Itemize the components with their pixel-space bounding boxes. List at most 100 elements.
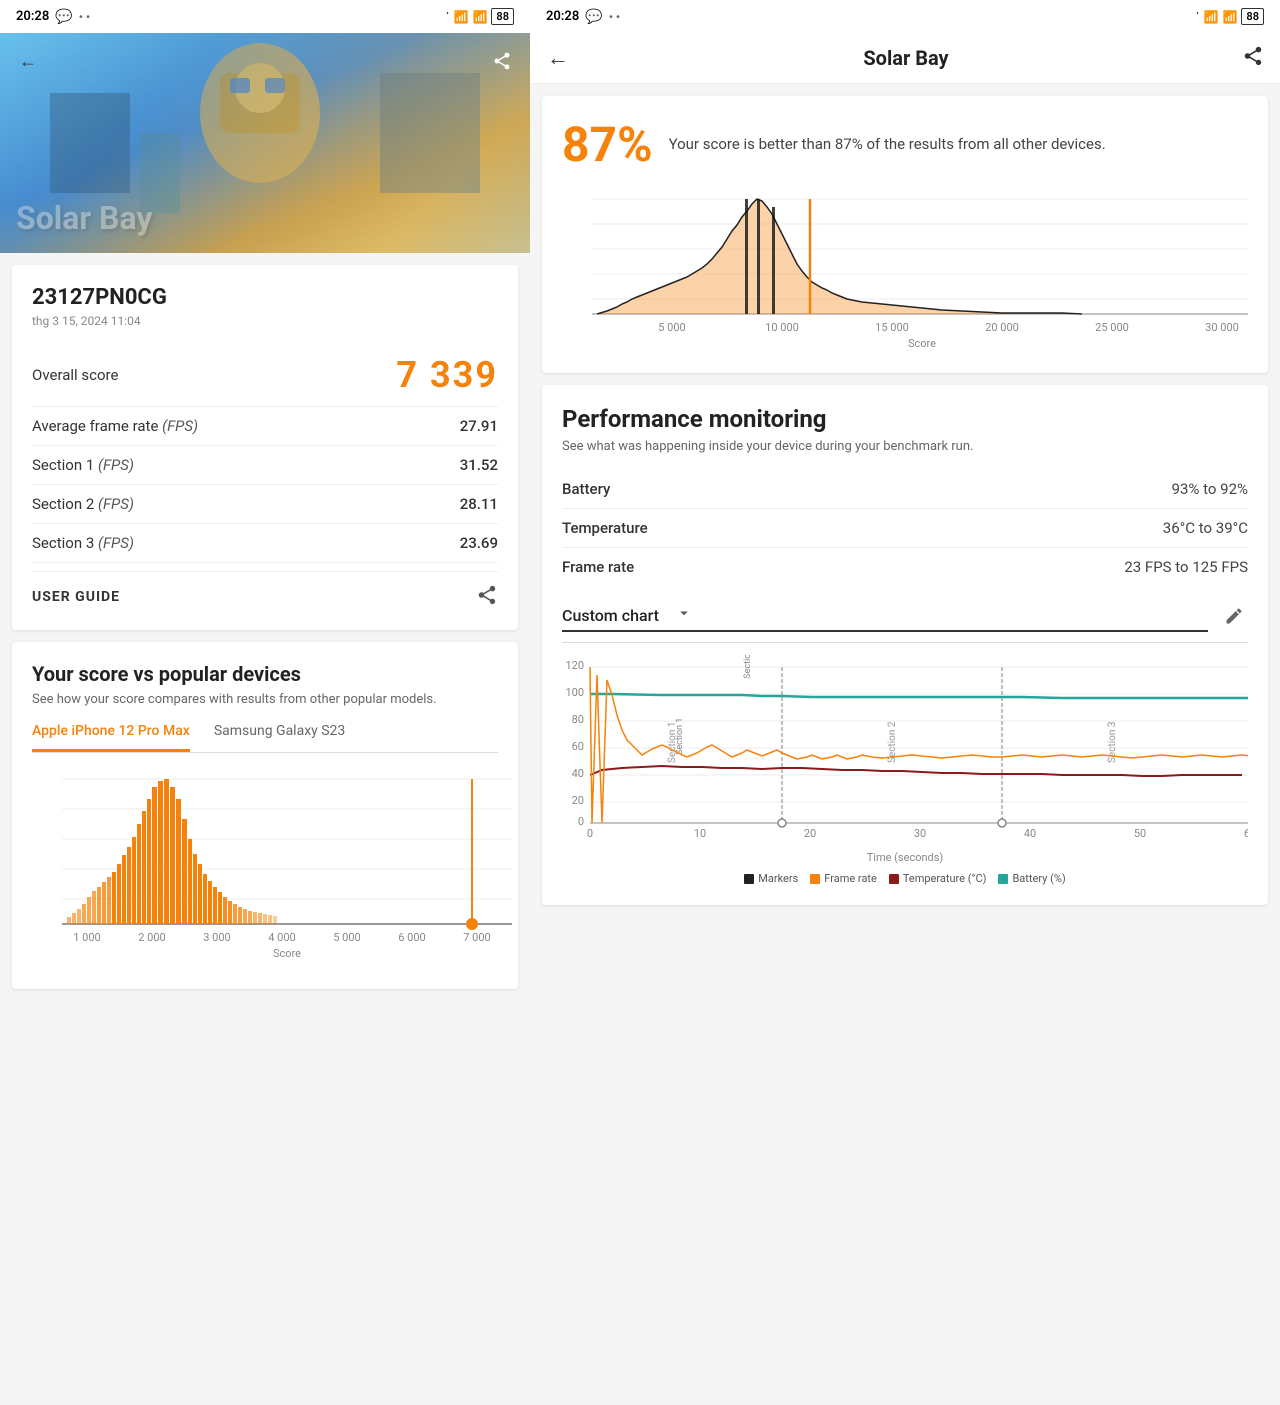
share-button-card[interactable] — [476, 584, 498, 610]
sec3-row: Section 3 (FPS) 23.69 — [32, 524, 498, 563]
svg-text:0: 0 — [587, 827, 593, 840]
svg-text:10 000: 10 000 — [765, 321, 799, 334]
svg-text:25 000: 25 000 — [1095, 321, 1129, 334]
temperature-row: Temperature 36°C to 39°C — [562, 509, 1248, 548]
svg-text:Section 1: Section 1 — [743, 655, 753, 679]
wifi-icon: 📶 — [472, 10, 487, 24]
back-button-right[interactable]: ← — [546, 46, 570, 70]
markers-label: Markers — [758, 872, 798, 885]
status-right-right: ʿ 📶 📶 88 — [1196, 8, 1264, 25]
svg-text:30: 30 — [914, 827, 926, 840]
status-right: ʿ 📶 📶 88 — [446, 8, 514, 25]
battery-value: 93% to 92% — [1172, 480, 1248, 498]
overall-label: Overall score — [32, 366, 118, 384]
svg-text:20: 20 — [572, 794, 584, 807]
dots-icon: • • — [79, 10, 91, 24]
device-date: thg 3 15, 2024 11:04 — [32, 314, 498, 328]
temperature-label: Temperature — [562, 519, 648, 537]
dots-icon-r: • • — [609, 10, 621, 24]
device-id: 23127PN0CG — [32, 285, 498, 310]
svg-text:4 000: 4 000 — [268, 931, 295, 944]
svg-text:Score: Score — [908, 337, 936, 349]
temperature-dot — [889, 874, 899, 884]
big-percent: 87% — [562, 116, 653, 173]
legend-battery: Battery (%) — [998, 872, 1065, 885]
status-bar-right: 20:28 💬 • • ʿ 📶 📶 88 — [530, 0, 1280, 33]
svg-text:7 000: 7 000 — [463, 931, 490, 944]
battery-legend-label: Battery (%) — [1012, 872, 1065, 885]
left-panel: 20:28 💬 • • ʿ 📶 📶 88 — [0, 0, 530, 1405]
framerate-legend-label: Frame rate — [824, 872, 877, 885]
right-top-nav: ← Solar Bay — [530, 33, 1280, 84]
framerate-dot — [810, 874, 820, 884]
compare-title: Your score vs popular devices — [32, 662, 498, 686]
battery-dot — [998, 874, 1008, 884]
overall-value: 7 339 — [396, 354, 498, 396]
avg-fps-value: 27.91 — [460, 417, 498, 435]
dropdown-arrow-icon — [675, 604, 693, 626]
svg-text:60: 60 — [572, 740, 584, 753]
sec2-label: Section 2 (FPS) — [32, 495, 134, 513]
edit-button[interactable] — [1220, 602, 1248, 634]
share-button-hero[interactable] — [490, 49, 514, 73]
sec2-value: 28.11 — [460, 495, 498, 513]
signal-icon: 📶 — [454, 10, 469, 24]
svg-text:1 000: 1 000 — [73, 931, 100, 944]
hero-container: Solar Bay ← — [0, 33, 530, 253]
chart-dropdown-label: Custom chart — [562, 606, 659, 625]
temperature-value: 36°C to 39°C — [1163, 519, 1248, 537]
svg-text:80: 80 — [572, 713, 584, 726]
markers-dot — [744, 874, 754, 884]
tab-iphone[interactable]: Apple iPhone 12 Pro Max — [32, 723, 190, 752]
messenger-icon-r: 💬 — [585, 9, 602, 25]
sec3-value: 23.69 — [460, 534, 498, 552]
svg-text:3 000: 3 000 — [203, 931, 230, 944]
chart-selector: Custom chart — [562, 602, 1248, 634]
status-left: 20:28 💬 • • — [16, 9, 90, 25]
svg-text:5 000: 5 000 — [658, 321, 685, 334]
overall-score-row: Overall score 7 339 — [32, 344, 498, 407]
distribution-chart-right: 5 000 10 000 15 000 20 000 25 000 30 000… — [562, 189, 1248, 353]
user-guide-row: USER GUIDE — [32, 571, 498, 610]
svg-text:15 000: 15 000 — [875, 321, 909, 334]
bluetooth-icon: ʿ — [446, 10, 450, 24]
svg-text:20: 20 — [804, 827, 816, 840]
sec3-label: Section 3 (FPS) — [32, 534, 134, 552]
perf-subtitle: See what was happening inside your devic… — [562, 439, 1248, 454]
compare-subtitle: See how your score compares with results… — [32, 692, 498, 707]
nav-title: Solar Bay — [863, 46, 948, 70]
back-button[interactable]: ← — [16, 49, 40, 73]
tab-samsung[interactable]: Samsung Galaxy S23 — [214, 723, 345, 752]
framerate-value: 23 FPS to 125 FPS — [1124, 558, 1248, 576]
svg-text:50: 50 — [1134, 827, 1146, 840]
signal-icon-r: 📶 — [1204, 10, 1219, 24]
avg-fps-row: Average frame rate (FPS) 27.91 — [32, 407, 498, 446]
divider — [562, 642, 1248, 643]
compare-tabs: Apple iPhone 12 Pro Max Samsung Galaxy S… — [32, 723, 498, 753]
framerate-label: Frame rate — [562, 558, 634, 576]
svg-text:40: 40 — [572, 767, 584, 780]
perf-card: Performance monitoring See what was happ… — [542, 385, 1268, 905]
legend: Markers Frame rate Temperature (°C) Batt… — [562, 872, 1248, 885]
avg-fps-label: Average frame rate (FPS) — [32, 417, 198, 435]
svg-text:30 000: 30 000 — [1205, 321, 1239, 334]
svg-text:60: 60 — [1244, 827, 1248, 840]
percent-desc: Your score is better than 87% of the res… — [669, 134, 1106, 155]
battery-icon-r: 88 — [1241, 8, 1264, 25]
time-right: 20:28 — [546, 9, 579, 24]
time-left: 20:28 — [16, 9, 49, 24]
chart-dropdown[interactable]: Custom chart — [562, 604, 1208, 632]
status-right-left: 20:28 💬 • • — [546, 9, 620, 25]
svg-text:2 000: 2 000 — [138, 931, 165, 944]
sec1-value: 31.52 — [460, 456, 498, 474]
compare-card: Your score vs popular devices See how yo… — [12, 642, 518, 989]
compare-chart: 1 000 2 000 3 000 4 000 5 000 6 000 7 00… — [32, 769, 498, 969]
svg-text:100: 100 — [565, 686, 584, 699]
perf-title: Performance monitoring — [562, 405, 1248, 433]
sec2-row: Section 2 (FPS) 28.11 — [32, 485, 498, 524]
share-button-right[interactable] — [1242, 45, 1264, 71]
wifi-icon-r: 📶 — [1222, 10, 1237, 24]
temperature-legend-label: Temperature (°C) — [903, 872, 987, 885]
svg-text:0: 0 — [578, 815, 584, 828]
svg-text:Section 1: Section 1 — [667, 721, 678, 763]
